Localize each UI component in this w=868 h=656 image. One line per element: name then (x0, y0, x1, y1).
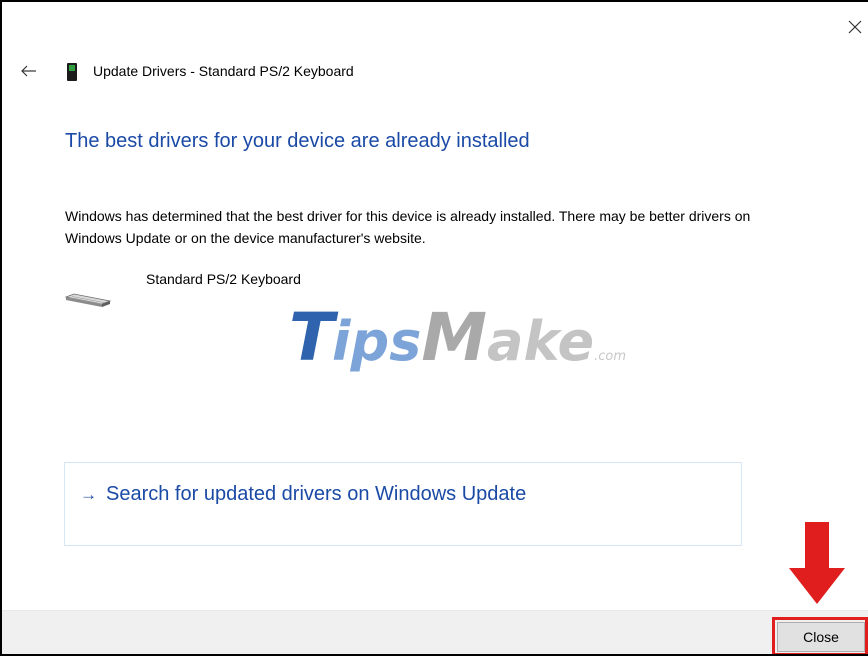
page-heading: The best drivers for your device are alr… (65, 130, 530, 152)
device-name-label: Standard PS/2 Keyboard (146, 271, 301, 287)
keyboard-icon (64, 293, 112, 307)
close-button[interactable]: Close (777, 622, 865, 652)
dialog-title: Update Drivers - Standard PS/2 Keyboard (93, 63, 354, 79)
back-arrow-icon[interactable] (18, 60, 40, 82)
device-icon (67, 63, 77, 81)
watermark-logo: TipsMake.com (289, 299, 626, 376)
option-label: Search for updated drivers on Windows Up… (106, 483, 527, 505)
update-drivers-dialog: Update Drivers - Standard PS/2 Keyboard … (0, 0, 868, 656)
search-windows-update-option[interactable]: → Search for updated drivers on Windows … (64, 462, 742, 546)
red-down-arrow-icon (789, 522, 845, 604)
dialog-footer (2, 610, 868, 654)
description-text: Windows has determined that the best dri… (65, 208, 751, 246)
option-arrow-icon: → (80, 485, 97, 504)
close-x-icon[interactable] (844, 16, 866, 38)
